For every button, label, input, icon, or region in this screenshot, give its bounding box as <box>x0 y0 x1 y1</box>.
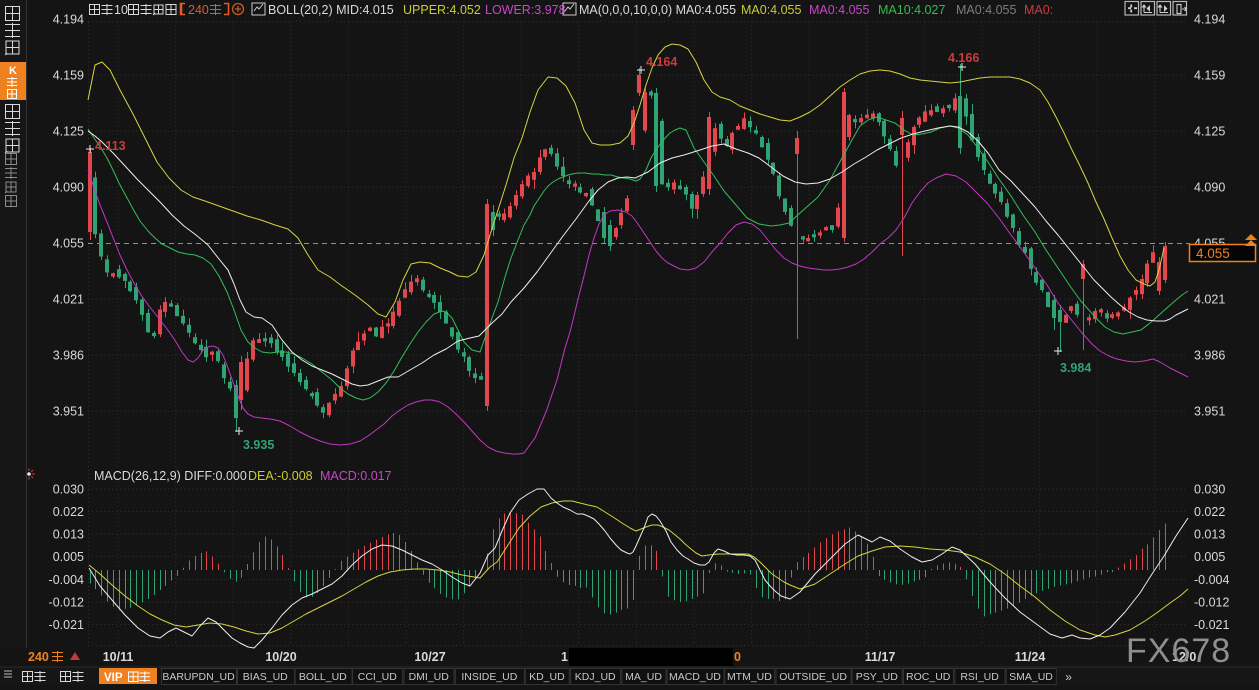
svg-text:MA0:4.055: MA0:4.055 <box>956 3 1017 17</box>
svg-text:4.194: 4.194 <box>1194 13 1225 27</box>
svg-text:10/20: 10/20 <box>265 650 296 664</box>
svg-text:3.986: 3.986 <box>1194 349 1225 363</box>
svg-text:MA0:4.055: MA0:4.055 <box>809 3 870 17</box>
svg-text:OUTSIDE_UD: OUTSIDE_UD <box>779 671 847 683</box>
svg-text:MA0:: MA0: <box>1024 3 1053 17</box>
svg-text:4.125: 4.125 <box>1194 125 1225 139</box>
svg-text:DEA:-0.008: DEA:-0.008 <box>248 469 313 483</box>
svg-text:4.194: 4.194 <box>53 13 84 27</box>
svg-text:CCI_UD: CCI_UD <box>358 671 398 683</box>
svg-text:4.090: 4.090 <box>53 181 84 195</box>
svg-text:4.125: 4.125 <box>53 125 84 139</box>
svg-text:KDJ_UD: KDJ_UD <box>575 671 616 683</box>
svg-text:BARUPDN_UD: BARUPDN_UD <box>162 671 235 683</box>
svg-text:240: 240 <box>28 650 49 664</box>
svg-text:11/17: 11/17 <box>865 650 896 664</box>
svg-text:10: 10 <box>114 3 128 17</box>
svg-text:ROC_UD: ROC_UD <box>906 671 951 683</box>
svg-text:MTM_UD: MTM_UD <box>727 671 772 683</box>
svg-text:PSY_UD: PSY_UD <box>856 671 898 683</box>
svg-text:11/24: 11/24 <box>1015 650 1046 664</box>
svg-text:K: K <box>9 65 17 77</box>
svg-text:0.005: 0.005 <box>53 550 84 564</box>
svg-text:BIAS_UD: BIAS_UD <box>243 671 288 683</box>
svg-text:3.984: 3.984 <box>1060 361 1091 375</box>
svg-text:LOWER:3.978: LOWER:3.978 <box>485 3 566 17</box>
svg-text:-0.004: -0.004 <box>1194 573 1229 587</box>
svg-text:MA10:4.027: MA10:4.027 <box>878 3 945 17</box>
svg-text:0: 0 <box>734 650 741 664</box>
svg-text:KD_UD: KD_UD <box>529 671 565 683</box>
svg-text:UPPER:4.052: UPPER:4.052 <box>403 3 481 17</box>
svg-text:INSIDE_UD: INSIDE_UD <box>461 671 517 683</box>
svg-text:1: 1 <box>561 650 568 664</box>
svg-text:3.951: 3.951 <box>1194 405 1225 419</box>
svg-text:DMI_UD: DMI_UD <box>409 671 450 683</box>
svg-text:-0.004: -0.004 <box>49 573 84 587</box>
svg-text:-0.021: -0.021 <box>1194 618 1229 632</box>
svg-text:4.055: 4.055 <box>1196 246 1230 261</box>
svg-text:0.013: 0.013 <box>53 528 84 542</box>
svg-text:4.159: 4.159 <box>53 69 84 83</box>
svg-text:10/11: 10/11 <box>103 650 134 664</box>
svg-text:MACD:0.017: MACD:0.017 <box>320 469 392 483</box>
svg-text:0.030: 0.030 <box>53 483 84 497</box>
svg-text:4.090: 4.090 <box>1194 181 1225 195</box>
svg-text:-0.012: -0.012 <box>49 596 84 610</box>
svg-text:4.021: 4.021 <box>53 293 84 307</box>
svg-text:0.013: 0.013 <box>1194 528 1225 542</box>
svg-text:MACD(26,12,9) DIFF:0.000: MACD(26,12,9) DIFF:0.000 <box>94 469 247 483</box>
svg-text:4.159: 4.159 <box>1194 69 1225 83</box>
svg-text:0.022: 0.022 <box>53 505 84 519</box>
svg-text:»: » <box>1065 670 1072 684</box>
svg-text:MACD_UD: MACD_UD <box>669 671 721 683</box>
svg-text:MA_UD: MA_UD <box>625 671 662 683</box>
svg-text:4.021: 4.021 <box>1194 293 1225 307</box>
svg-text:10/27: 10/27 <box>414 650 445 664</box>
svg-text:4.113: 4.113 <box>95 139 126 153</box>
svg-text:RSI_UD: RSI_UD <box>960 671 999 683</box>
svg-text:VIP: VIP <box>104 672 123 684</box>
svg-text:240: 240 <box>188 3 209 17</box>
svg-text:MA0:4.055: MA0:4.055 <box>741 3 802 17</box>
svg-text:-0.021: -0.021 <box>49 618 84 632</box>
svg-text:SMA_UD: SMA_UD <box>1009 671 1053 683</box>
svg-text:4.055: 4.055 <box>53 237 84 251</box>
svg-text:0.022: 0.022 <box>1194 505 1225 519</box>
svg-text:0.030: 0.030 <box>1194 483 1225 497</box>
svg-text:3.935: 3.935 <box>243 438 274 452</box>
svg-text:FX678: FX678 <box>1126 632 1231 670</box>
svg-text:-0.012: -0.012 <box>1194 596 1229 610</box>
svg-text:4.164: 4.164 <box>646 55 677 69</box>
svg-text:3.986: 3.986 <box>53 349 84 363</box>
svg-text:0.005: 0.005 <box>1194 550 1225 564</box>
svg-text:4.166: 4.166 <box>948 51 979 65</box>
svg-text:MA(0,0,0,10,0,0) MA0:4.055: MA(0,0,0,10,0,0) MA0:4.055 <box>579 3 736 17</box>
svg-text:BOLL_UD: BOLL_UD <box>299 671 347 683</box>
svg-text:3.951: 3.951 <box>53 405 84 419</box>
svg-text:BOLL(20,2) MID:4.015: BOLL(20,2) MID:4.015 <box>268 3 394 17</box>
